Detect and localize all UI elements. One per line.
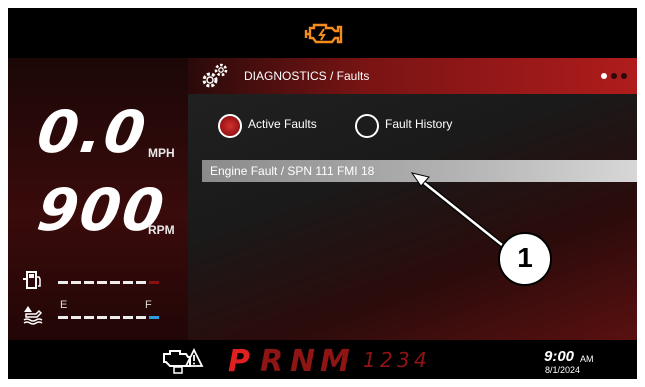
callout-number: 1 xyxy=(517,242,533,273)
dashboard-screen: 0.0 MPH 900 RPM E F DIAGNOSTICS / Faults… xyxy=(8,8,637,379)
callout-arrow xyxy=(410,172,504,247)
callout-marker: 1 xyxy=(498,232,552,286)
